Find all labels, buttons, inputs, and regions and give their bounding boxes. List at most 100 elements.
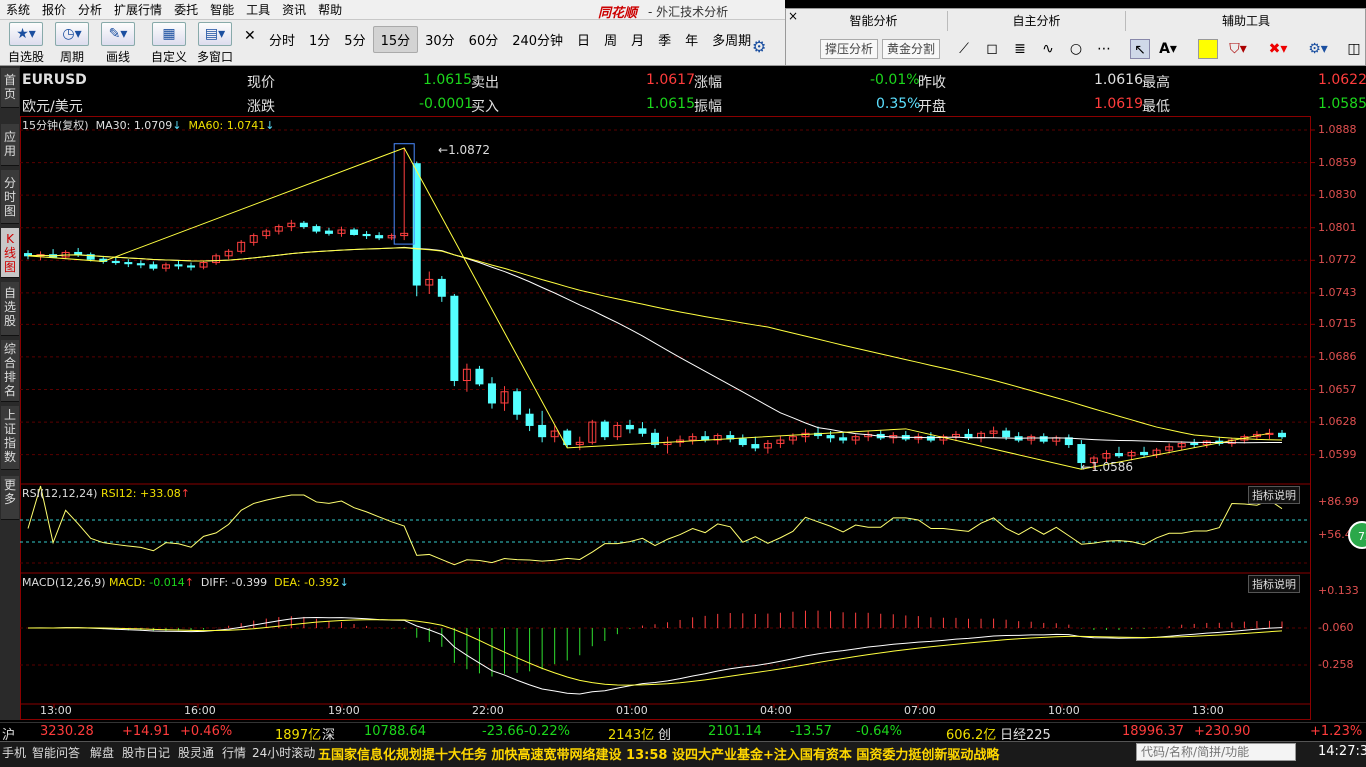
tab-sh-index[interactable]: 上证指数 [1,406,19,470]
fib-tool-icon[interactable]: ≣ [1010,39,1030,59]
price-axis-label: 1.0743 [1318,285,1357,299]
period-quarter[interactable]: 季 [651,27,678,52]
period-button[interactable]: ◷▾ 周期 [52,22,92,64]
price-axis-label: 1.0686 [1318,349,1357,363]
left-tab-strip: 首页 应用 分时图 K线图 自选股 综合排名 上证指数 更多 [0,66,20,720]
custom-button[interactable]: ▦ 自定义 [148,22,190,64]
bookmark-icon[interactable]: ⛉▾ [1228,39,1248,59]
period-multi[interactable]: 多周期 [705,27,758,52]
nikkei-change-pct: +1.23% [1310,724,1363,739]
text-tool-icon[interactable]: A▾ [1158,39,1178,59]
panel-close-icon[interactable]: × [788,9,798,23]
min-price-annotation: ←1.0586 [1081,460,1134,474]
status-24h-scroll[interactable]: 24小时滚动 [252,744,315,761]
tab-home[interactable]: 首页 [1,68,19,108]
settings-gear-icon[interactable]: ⚙▾ [1308,39,1328,59]
menu-smart[interactable]: 智能 [204,1,240,18]
candle-body [450,295,459,382]
kline-chart[interactable] [20,116,1366,720]
tab-more[interactable]: 更多 [1,476,19,520]
period-1min[interactable]: 1分 [302,27,337,52]
delete-icon[interactable]: ✖▾ [1268,39,1288,59]
period-button-label: 周期 [59,50,84,64]
period-year[interactable]: 年 [678,27,705,52]
menu-extended-quote[interactable]: 扩展行情 [108,1,168,18]
tab-apps[interactable]: 应用 [1,124,19,166]
status-qa[interactable]: 智能问答 [32,744,80,761]
gear-icon[interactable]: ⚙ [752,37,766,56]
menu-analysis[interactable]: 分析 [72,1,108,18]
status-mobile[interactable]: 手机 [2,744,26,761]
low-value: 1.0585 [1318,96,1366,112]
tab-ranking[interactable]: 综合排名 [1,340,19,402]
price-label: 现价 [247,75,275,91]
golden-section-button[interactable]: 黄金分割 [882,39,941,59]
status-gulingtong[interactable]: 股灵通 [178,744,214,761]
ask-value: 1.0617 [646,72,695,88]
line-tool-icon[interactable]: ⟋ [954,39,974,59]
sh-index-value: 3230.28 [40,724,94,739]
period-5min[interactable]: 5分 [337,27,372,52]
color-swatch[interactable] [1198,39,1218,59]
tab-timeshare-chart[interactable]: 分时图 [1,170,19,224]
rsi-caption: RSI(12,12,24) [22,487,98,500]
menu-tools[interactable]: 工具 [240,1,276,18]
period-240min[interactable]: 240分钟 [505,27,570,52]
nikkei-value: 18996.37 [1122,724,1185,739]
rsi12-value: +33.08 [140,487,181,500]
status-analysis[interactable]: 解盘 [90,744,114,761]
search-input[interactable] [1136,743,1296,761]
tab-watchlist[interactable]: 自选股 [1,282,19,336]
bid-value: 1.0615 [646,96,695,112]
clock: 14:27:33 [1318,744,1366,759]
chart-area[interactable]: 15分钟(复权) MA30: 1.0709↓ MA60: 1.0741↓ ←1.… [20,116,1366,720]
support-resistance-button[interactable]: 撑压分析 [820,39,879,59]
price-axis-label: 1.0859 [1318,155,1357,169]
indicator-line: 15分钟(复权) MA30: 1.0709↓ MA60: 1.0741↓ [22,117,274,133]
rect-tool-icon[interactable]: ◻ [982,39,1002,59]
multi-window-button[interactable]: ▤▾ 多窗口 [194,22,236,64]
expand-icon[interactable]: ◫ [1344,39,1364,59]
period-15min[interactable]: 15分 [372,25,419,53]
draw-line-button[interactable]: ✎▾ 画线 [98,22,138,64]
close-icon[interactable]: ✕ [244,28,256,44]
rsi-help-button[interactable]: 指标说明 [1248,486,1300,504]
time-axis-label: 04:00 [760,704,792,717]
menu-trade[interactable]: 委托 [168,1,204,18]
news-ticker[interactable]: 五国家信息化规划提十大任务 加快高速宽带网络建设 13:58 设四大产业基金+注… [318,744,999,763]
menu-help[interactable]: 帮助 [312,1,348,18]
more-tools-icon[interactable]: ⋯ [1094,39,1114,59]
time-axis-label: 13:00 [1192,704,1224,717]
circle-tool-icon[interactable]: ○ [1066,39,1086,59]
period-month[interactable]: 月 [624,27,651,52]
wave-tool-icon[interactable]: ∿ [1038,39,1058,59]
status-diary[interactable]: 股市日记 [122,744,170,761]
menu-quote[interactable]: 报价 [36,1,72,18]
candle-body [826,435,835,439]
dea-value: -0.392 [304,576,340,589]
aux-tools-header[interactable]: 辅助工具 [1126,11,1366,31]
period-timeshare[interactable]: 分时 [262,27,302,52]
menu-info[interactable]: 资讯 [276,1,312,18]
macd-help-button[interactable]: 指标说明 [1248,575,1300,593]
time-axis-label: 10:00 [1048,704,1080,717]
macd-axis-label: +0.133 [1318,584,1359,597]
manual-analysis-header[interactable]: 自主分析 [948,11,1126,31]
candle-body [513,391,522,415]
period-30min[interactable]: 30分 [418,27,462,52]
tab-kline-chart[interactable]: K线图 [1,228,19,278]
smart-analysis-header[interactable]: 智能分析 [800,11,948,31]
period-week[interactable]: 周 [597,27,624,52]
period-day[interactable]: 日 [570,27,597,52]
price-axis-label: 1.0801 [1318,220,1357,234]
period-caption: 15分钟(复权) [22,119,89,132]
period-60min[interactable]: 60分 [462,27,506,52]
menu-system[interactable]: 系统 [0,1,36,18]
status-market[interactable]: 行情 [222,744,246,761]
cursor-icon[interactable]: ↖ [1130,39,1150,59]
period-selector: 分时 1分 5分 15分 30分 60分 240分钟 日 周 月 季 年 多周期 [262,25,758,53]
ma30-line [27,246,1283,444]
watchlist-button[interactable]: ★▾ 自选股 [6,22,46,64]
zigzag-line [27,147,1270,470]
candle-body [299,222,308,228]
